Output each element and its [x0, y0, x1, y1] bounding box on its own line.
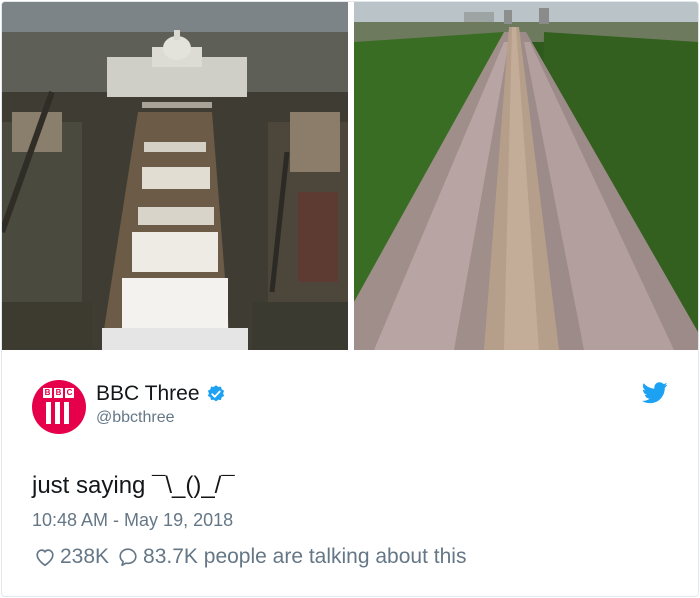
avatar-letter: B [54, 388, 63, 398]
inauguration-aerial-image [2, 2, 348, 350]
reply-count[interactable]: 83.7K people are talking about this [143, 545, 466, 569]
tweet-stats: 238K 83.7K people are talking about this [34, 545, 466, 569]
name-row: BBC Three [96, 382, 226, 406]
royal-wedding-aerial-image [354, 2, 698, 350]
bbc-three-bars-icon [46, 402, 69, 424]
verified-badge-icon [207, 385, 224, 402]
twitter-bird-icon[interactable] [642, 382, 668, 404]
display-name[interactable]: BBC Three [96, 382, 200, 406]
speech-bubble-icon[interactable] [117, 546, 139, 568]
bbc-logo-letters: B B C [43, 388, 74, 398]
tweet-media[interactable] [2, 2, 698, 350]
avatar[interactable]: B B C [32, 380, 86, 434]
tweet-timestamp[interactable]: 10:48 AM - May 19, 2018 [32, 510, 233, 531]
tweet-card: B B C BBC Three @bbcthree just saying ¯\… [1, 1, 699, 597]
crowd-photo-right[interactable] [354, 2, 698, 350]
user-handle[interactable]: @bbcthree [96, 409, 175, 427]
heart-icon[interactable] [34, 546, 56, 568]
tweet-text: just saying ¯\_()_/¯ [32, 472, 235, 499]
like-count[interactable]: 238K [60, 545, 109, 569]
avatar-letter: C [65, 388, 74, 398]
avatar-letter: B [43, 388, 52, 398]
crowd-photo-left[interactable] [2, 2, 348, 350]
